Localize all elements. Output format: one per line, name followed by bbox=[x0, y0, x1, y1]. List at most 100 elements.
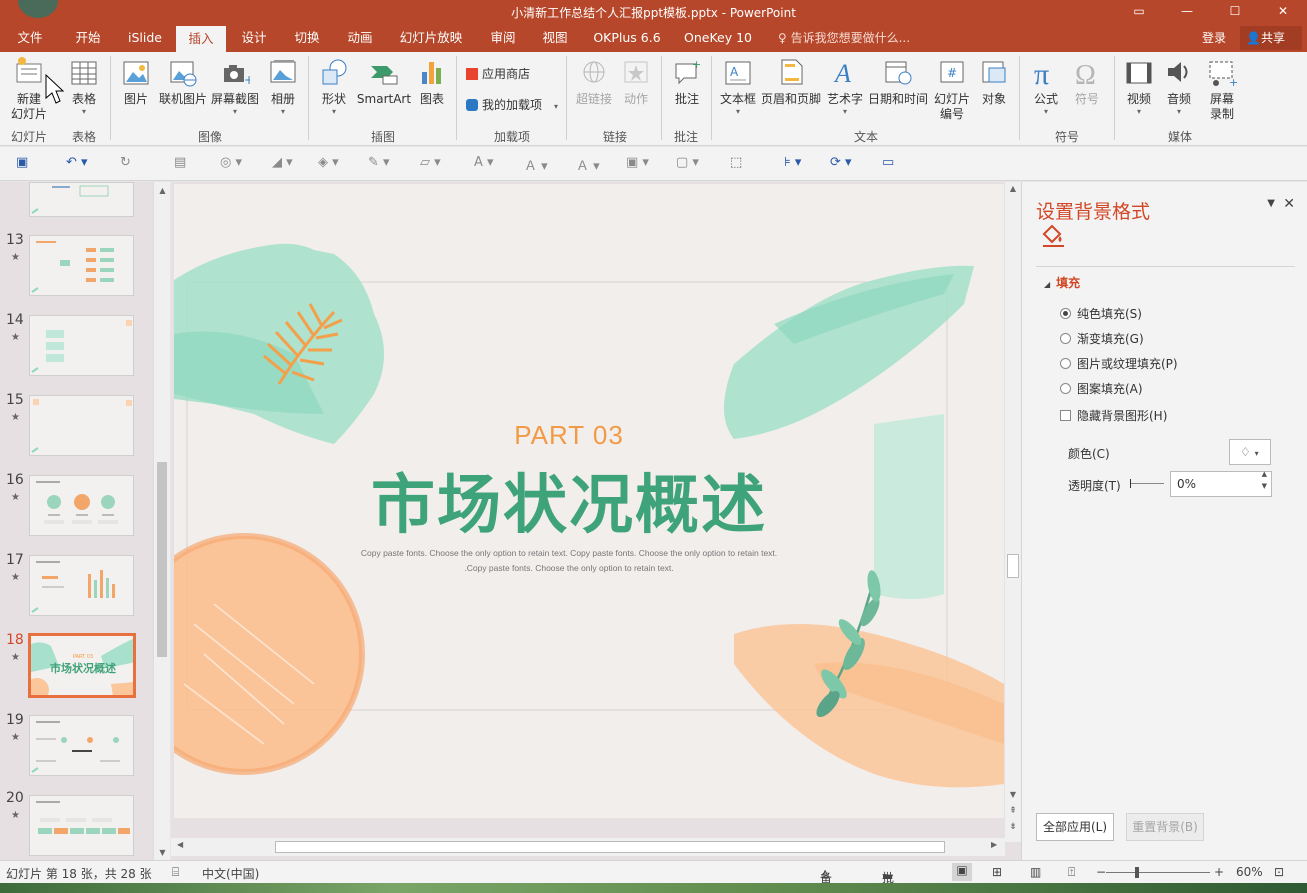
scroll-up-icon[interactable]: ▲ bbox=[154, 184, 171, 198]
scroll-thumb[interactable] bbox=[1007, 554, 1019, 578]
slide-thumbnail[interactable] bbox=[29, 555, 134, 616]
group-icon[interactable]: ▢ ▾ bbox=[676, 155, 699, 170]
login-link[interactable]: 登录 bbox=[1202, 24, 1226, 52]
fit-slide-icon[interactable]: ⊡ bbox=[1274, 865, 1284, 879]
slide-thumbnail[interactable] bbox=[29, 475, 134, 536]
slide-title[interactable]: 市场状况概述 bbox=[174, 454, 964, 546]
editor-horizontal-scrollbar[interactable]: ◀ ▶ bbox=[171, 838, 1005, 856]
slide-thumbnail[interactable] bbox=[29, 715, 134, 776]
spin-down-icon[interactable]: ▼ bbox=[1262, 480, 1267, 492]
scroll-thumb[interactable] bbox=[157, 462, 167, 657]
slide-number-button[interactable]: # 幻灯片 编号 bbox=[930, 56, 974, 122]
textbox-button[interactable]: A 文本框 ▾ bbox=[716, 56, 760, 117]
transparency-slider[interactable] bbox=[1130, 479, 1164, 488]
text-effect-icon[interactable]: Ａ ▾ bbox=[524, 155, 548, 174]
language-indicator[interactable]: 中文(中国) bbox=[202, 865, 259, 882]
action-button[interactable]: 动作 bbox=[618, 56, 654, 107]
previous-slide-icon[interactable]: ⇞ bbox=[1005, 806, 1021, 816]
selection-icon[interactable]: ⬚ bbox=[730, 155, 742, 170]
wordart-button[interactable]: A 艺术字 ▾ bbox=[824, 56, 866, 117]
screen-record-button[interactable]: + 屏幕 录制 bbox=[1202, 56, 1242, 122]
reset-background-button[interactable]: 重置背景(B) bbox=[1126, 813, 1204, 841]
smartart-button[interactable]: SmartArt bbox=[356, 56, 412, 107]
spin-up-icon[interactable]: ▲ bbox=[1262, 468, 1267, 480]
undo-icon[interactable]: ↶ ▾ bbox=[66, 155, 88, 170]
tell-me-search[interactable]: ♀ 告诉我您想要做什么... bbox=[778, 24, 910, 52]
tab-islide[interactable]: iSlide bbox=[122, 24, 168, 52]
paint-bucket-icon[interactable] bbox=[1040, 224, 1066, 248]
color-picker-button[interactable]: ♢ ▾ bbox=[1229, 439, 1271, 465]
share-button[interactable]: 👤共享 bbox=[1240, 26, 1302, 50]
solid-fill-radio[interactable]: 纯色填充(S) bbox=[1060, 305, 1142, 322]
ribbon-display-icon[interactable]: ▭ bbox=[1115, 0, 1163, 24]
eraser-icon[interactable]: ▱ ▾ bbox=[420, 155, 441, 170]
zoom-out-icon[interactable]: − bbox=[1096, 865, 1106, 879]
chart-button[interactable]: 图表 bbox=[414, 56, 450, 107]
normal-view-icon[interactable]: ▣ bbox=[952, 863, 972, 881]
pane-close-icon[interactable]: ✕ bbox=[1283, 196, 1295, 212]
save-icon[interactable]: ▣ bbox=[16, 155, 28, 170]
slideshow-icon[interactable]: ▭ bbox=[882, 155, 894, 170]
tab-file[interactable]: 文件 bbox=[8, 24, 52, 52]
transparency-input[interactable]: 0% ▲ ▼ bbox=[1170, 468, 1272, 497]
fill-color-icon[interactable]: ◈ ▾ bbox=[318, 155, 339, 170]
scroll-right-icon[interactable]: ▶ bbox=[991, 840, 997, 849]
apply-to-all-button[interactable]: 全部应用(L) bbox=[1036, 813, 1114, 841]
tab-onekey[interactable]: OneKey 10 bbox=[678, 24, 758, 52]
spellcheck-icon[interactable]: ⌸ bbox=[172, 865, 179, 880]
arrange-icon[interactable]: ▣ ▾ bbox=[626, 155, 649, 170]
shapes-tool-icon[interactable]: ◎ ▾ bbox=[220, 155, 242, 170]
my-addins-button[interactable]: 我的加载项 ▾ bbox=[466, 97, 558, 115]
tab-okplus[interactable]: OKPlus 6.6 bbox=[588, 24, 666, 52]
audio-button[interactable]: 音频 ▾ bbox=[1160, 56, 1198, 117]
album-button[interactable]: 相册 ▾ bbox=[262, 56, 304, 117]
online-picture-button[interactable]: 联机图片 bbox=[158, 56, 208, 107]
font-color-icon[interactable]: A ▾ bbox=[474, 155, 494, 170]
equation-button[interactable]: π 公式 ▾ bbox=[1026, 56, 1066, 117]
align-icon[interactable]: ⊧ ▾ bbox=[784, 155, 801, 170]
tab-home[interactable]: 开始 bbox=[64, 24, 112, 52]
slide-subtitle-line2[interactable]: .Copy paste fonts. Choose the only optio… bbox=[174, 563, 964, 573]
tab-insert[interactable]: 插入 bbox=[176, 26, 226, 52]
screenshot-button[interactable]: + 屏幕截图 ▾ bbox=[210, 56, 260, 117]
thumbnail-scrollbar[interactable]: ▲ ▼ bbox=[153, 182, 170, 860]
slideshow-view-icon[interactable]: ⍐ bbox=[1068, 865, 1075, 880]
shapes-button[interactable]: 形状 ▾ bbox=[314, 56, 354, 117]
slide-thumbnail[interactable] bbox=[29, 315, 134, 376]
pen-icon[interactable]: ✎ ▾ bbox=[368, 155, 390, 170]
tab-view[interactable]: 视图 bbox=[533, 24, 577, 52]
tab-slideshow[interactable]: 幻灯片放映 bbox=[393, 24, 469, 52]
scroll-up-icon[interactable]: ▲ bbox=[1005, 184, 1021, 193]
symbol-button[interactable]: Ω 符号 bbox=[1068, 56, 1106, 107]
slide-thumbnail[interactable] bbox=[29, 182, 134, 217]
hyperlink-button[interactable]: 超链接 bbox=[572, 56, 616, 107]
table-button[interactable]: 表格 ▾ bbox=[62, 56, 106, 117]
comment-button[interactable]: + 批注 bbox=[667, 56, 707, 107]
close-icon[interactable]: ✕ bbox=[1259, 0, 1307, 24]
rotate-icon[interactable]: ⟳ ▾ bbox=[830, 155, 852, 170]
slide-canvas[interactable]: PART 03 市场状况概述 Copy paste fonts. Choose … bbox=[174, 184, 1004, 818]
picture-texture-fill-radio[interactable]: 图片或纹理填充(P) bbox=[1060, 355, 1178, 372]
hide-background-checkbox[interactable]: 隐藏背景图形(H) bbox=[1060, 407, 1167, 424]
slide-thumbnail-current[interactable]: PART 03 市场状况概述 bbox=[29, 634, 135, 697]
slide-sorter-icon[interactable]: ⊞ bbox=[992, 865, 1002, 879]
video-button[interactable]: 视频 ▾ bbox=[1120, 56, 1158, 117]
shape-align-icon[interactable]: ◢ ▾ bbox=[272, 155, 293, 170]
zoom-slider-knob[interactable] bbox=[1135, 867, 1139, 878]
zoom-slider-track[interactable] bbox=[1106, 872, 1210, 873]
datetime-button[interactable]: 日期和时间 bbox=[866, 56, 930, 107]
zoom-in-icon[interactable]: + bbox=[1214, 865, 1224, 879]
pane-options-icon[interactable]: ▼ bbox=[1267, 198, 1275, 209]
picture-button[interactable]: 图片 bbox=[116, 56, 156, 107]
redo-icon[interactable]: ↻ bbox=[120, 155, 131, 170]
maximize-icon[interactable]: ☐ bbox=[1211, 0, 1259, 24]
slide-thumbnail[interactable] bbox=[29, 395, 134, 456]
part-label[interactable]: PART 03 bbox=[174, 420, 964, 451]
tab-animations[interactable]: 动画 bbox=[337, 24, 383, 52]
text-outline-icon[interactable]: Ａ ▾ bbox=[576, 155, 600, 174]
slide-thumbnail[interactable] bbox=[29, 235, 134, 296]
fill-section-header[interactable]: ◢ 填充 bbox=[1044, 274, 1080, 291]
editor-vertical-scrollbar[interactable]: ▲ ▼ ⇞ ⇟ bbox=[1005, 182, 1021, 842]
slide-subtitle-line1[interactable]: Copy paste fonts. Choose the only option… bbox=[174, 548, 964, 558]
gradient-fill-radio[interactable]: 渐变填充(G) bbox=[1060, 330, 1144, 347]
